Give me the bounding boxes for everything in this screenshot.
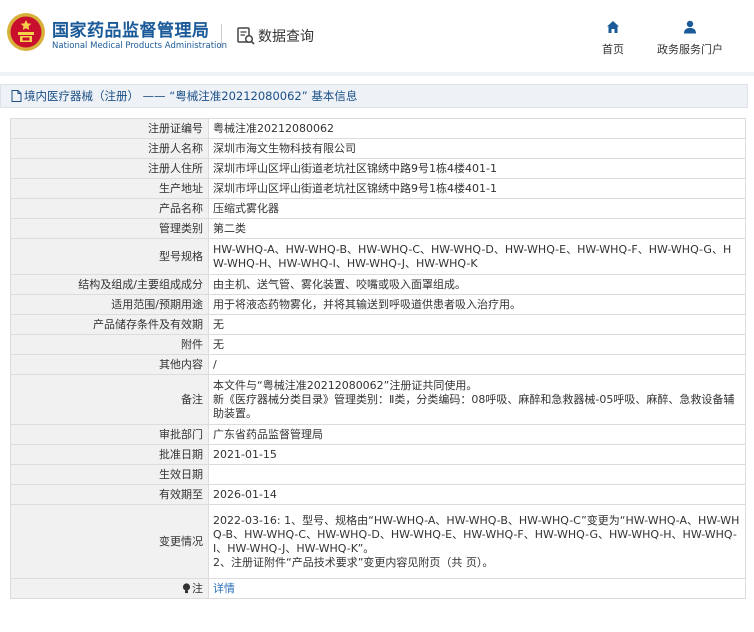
table-row: 其他内容 / (10, 354, 746, 375)
field-value: 用于将液态药物雾化，并将其输送到呼吸道供患者吸入治疗用。 (208, 294, 746, 315)
field-label: 注册人住所 (10, 158, 209, 179)
section-title-text: 数据查询 (258, 29, 314, 45)
field-value: 2026-01-14 (208, 484, 746, 505)
field-value: 压缩式雾化器 (208, 198, 746, 219)
nav-service-portal[interactable]: 政务服务门户 (650, 20, 730, 57)
table-row: 变更情况 2022-03-16: 1、型号、规格由“HW-WHQ-A、HW-WH… (10, 504, 746, 579)
field-value: / (208, 354, 746, 375)
field-label: 其他内容 (10, 354, 209, 375)
nav-home[interactable]: 首页 (596, 20, 630, 57)
search-document-icon (237, 27, 255, 45)
registration-info-table: 注册证编号 粤械注准20212080062 注册人名称 深圳市海文生物科技有限公… (10, 118, 746, 599)
field-value: 粤械注准20212080062 (208, 118, 746, 139)
table-row: 注册人名称 深圳市海文生物科技有限公司 (10, 138, 746, 159)
field-label: 有效期至 (10, 484, 209, 505)
breadcrumb: 境内医疗器械（注册） —— “粤械注准20212080062” 基本信息 (0, 84, 748, 108)
field-value: 2022-03-16: 1、型号、规格由“HW-WHQ-A、HW-WHQ-B、H… (208, 504, 746, 579)
table-row: 产品储存条件及有效期 无 (10, 314, 746, 335)
table-row: 型号规格 HW-WHQ-A、HW-WHQ-B、HW-WHQ-C、HW-WHQ-D… (10, 238, 746, 275)
note-label-text: 注 (192, 581, 203, 595)
field-label: 批准日期 (10, 444, 209, 465)
table-row: 生产地址 深圳市坪山区坪山街道老坑社区锦绣中路9号1栋4楼401-1 (10, 178, 746, 199)
field-label: 型号规格 (10, 238, 209, 275)
section-title: 数据查询 (236, 24, 314, 48)
field-label: 生产地址 (10, 178, 209, 199)
field-value: 深圳市坪山区坪山街道老坑社区锦绣中路9号1栋4楼401-1 (208, 178, 746, 199)
note-label: 注 (10, 578, 209, 599)
field-label: 备注 (10, 374, 209, 425)
field-label: 产品储存条件及有效期 (10, 314, 209, 335)
nav-service-label: 政务服务门户 (657, 43, 723, 56)
nmpa-emblem-logo (7, 13, 45, 51)
field-label: 附件 (10, 334, 209, 355)
document-icon (11, 90, 22, 102)
note-value: 详情 (208, 578, 746, 599)
field-value (208, 464, 746, 485)
field-label: 注册证编号 (10, 118, 209, 139)
table-row: 有效期至 2026-01-14 (10, 484, 746, 505)
brand-title-en: National Medical Products Administration (52, 41, 227, 51)
field-value: 第二类 (208, 218, 746, 239)
table-row: 产品名称 压缩式雾化器 (10, 198, 746, 219)
site-header: 国家药品监督管理局 National Medical Products Admi… (0, 0, 754, 72)
table-row: 管理类别 第二类 (10, 218, 746, 239)
field-value: 本文件与“粤械注准20212080062”注册证共同使用。 新《医疗器械分类目录… (208, 374, 746, 425)
field-label: 审批部门 (10, 424, 209, 445)
table-row: 注册人住所 深圳市坪山区坪山街道老坑社区锦绣中路9号1栋4楼401-1 (10, 158, 746, 179)
field-value: 深圳市坪山区坪山街道老坑社区锦绣中路9号1栋4楼401-1 (208, 158, 746, 179)
field-label: 变更情况 (10, 504, 209, 579)
table-row: 批准日期 2021-01-15 (10, 444, 746, 465)
brand-title-cn: 国家药品监督管理局 (52, 21, 210, 41)
table-row: 注册证编号 粤械注准20212080062 (10, 118, 746, 139)
details-link[interactable]: 详情 (213, 582, 235, 595)
field-value: 2021-01-15 (208, 444, 746, 465)
field-value: 广东省药品监督管理局 (208, 424, 746, 445)
nav-home-label: 首页 (602, 43, 624, 56)
header-underline (0, 72, 754, 76)
table-row: 结构及组成/主要组成成分 由主机、送气管、雾化装置、咬嘴或吸入面罩组成。 (10, 274, 746, 295)
user-icon (684, 20, 696, 34)
home-icon (607, 21, 619, 33)
table-row: 审批部门 广东省药品监督管理局 (10, 424, 746, 445)
field-value: HW-WHQ-A、HW-WHQ-B、HW-WHQ-C、HW-WHQ-D、HW-W… (208, 238, 746, 275)
field-label: 适用范围/预期用途 (10, 294, 209, 315)
table-row: 备注 本文件与“粤械注准20212080062”注册证共同使用。 新《医疗器械分… (10, 374, 746, 425)
field-label: 注册人名称 (10, 138, 209, 159)
field-value: 由主机、送气管、雾化装置、咬嘴或吸入面罩组成。 (208, 274, 746, 295)
field-value: 深圳市海文生物科技有限公司 (208, 138, 746, 159)
field-label: 结构及组成/主要组成成分 (10, 274, 209, 295)
field-label: 产品名称 (10, 198, 209, 219)
field-value: 无 (208, 334, 746, 355)
table-row: 附件 无 (10, 334, 746, 355)
table-row: 生效日期 (10, 464, 746, 485)
table-row: 注 详情 (10, 578, 746, 599)
field-label: 管理类别 (10, 218, 209, 239)
breadcrumb-text: 境内医疗器械（注册） —— “粤械注准20212080062” 基本信息 (24, 89, 358, 103)
field-value: 无 (208, 314, 746, 335)
table-row: 适用范围/预期用途 用于将液态药物雾化，并将其输送到呼吸道供患者吸入治疗用。 (10, 294, 746, 315)
header-divider (221, 24, 222, 48)
lightbulb-icon (182, 582, 191, 593)
field-label: 生效日期 (10, 464, 209, 485)
